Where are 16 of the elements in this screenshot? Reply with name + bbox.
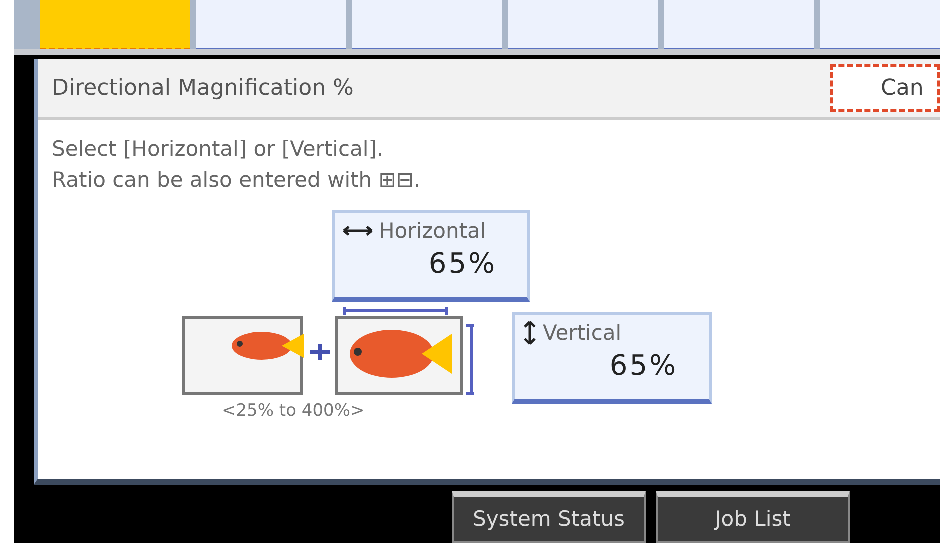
cancel-button[interactable]: Can: [830, 64, 940, 112]
footer-button[interactable]: System Status: [452, 491, 646, 543]
dialog-title: Directional Magnification %: [52, 76, 354, 100]
instruction-text: Select [Horizontal] or [Vertical].: [52, 136, 385, 163]
horizontal-button[interactable]: Horizontal 65%: [332, 210, 530, 302]
tab[interactable]: [196, 0, 346, 49]
footer-button[interactable]: Job List: [656, 491, 850, 543]
vertical-arrow-icon: [523, 321, 537, 345]
instruction-text: Ratio can be also entered with ⊞⊟.: [52, 167, 422, 194]
tab[interactable]: [664, 0, 814, 49]
horizontal-arrow-icon: [343, 225, 373, 237]
tab[interactable]: [508, 0, 658, 49]
range-text: <25% to 400%>: [222, 401, 365, 421]
tab[interactable]: [820, 0, 940, 49]
vertical-button[interactable]: Vertical 65%: [512, 312, 712, 404]
tab[interactable]: [352, 0, 502, 49]
